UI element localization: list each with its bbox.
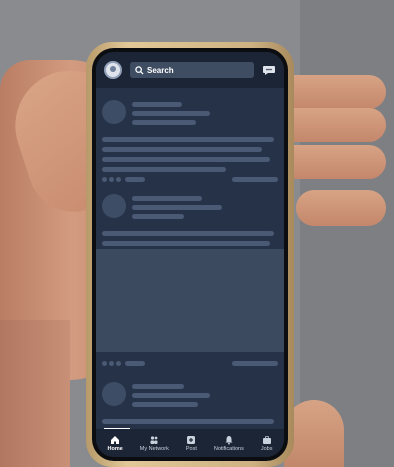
- skeleton-line: [132, 120, 196, 125]
- smartphone: Search Home My Network Post Notification…: [86, 42, 294, 467]
- reaction-dot: [102, 177, 107, 182]
- skeleton-line: [132, 205, 222, 210]
- skeleton-line: [125, 177, 145, 182]
- post-media-placeholder: [96, 249, 284, 352]
- tab-notifications-label: Notifications: [213, 445, 244, 452]
- wrist: [0, 320, 70, 467]
- people-icon: [150, 435, 158, 444]
- phone-bezel: Search Home My Network Post Notification…: [92, 48, 288, 461]
- skeleton-line: [132, 384, 184, 389]
- skeleton-line: [102, 137, 274, 142]
- author-avatar-placeholder: [102, 194, 126, 218]
- top-bar: Search: [96, 52, 284, 88]
- reaction-dot: [102, 361, 107, 366]
- skeleton-line: [132, 402, 198, 407]
- skeleton-line: [102, 241, 270, 246]
- post-actions-placeholder: [96, 357, 284, 366]
- tab-home-label: Home: [107, 445, 123, 452]
- tab-post[interactable]: Post: [186, 435, 197, 452]
- tab-jobs-label: Jobs: [260, 445, 273, 452]
- search-bar[interactable]: Search: [130, 62, 254, 78]
- skeleton-line: [232, 177, 278, 182]
- profile-avatar[interactable]: [104, 61, 122, 79]
- briefcase-icon: [262, 435, 271, 444]
- bell-icon: [225, 435, 233, 444]
- search-label: Search: [147, 65, 174, 75]
- skeleton-line: [102, 167, 226, 172]
- feed-post-placeholder: [96, 100, 284, 182]
- reaction-dot: [109, 177, 114, 182]
- home-icon: [111, 435, 120, 444]
- tab-home[interactable]: Home: [108, 435, 123, 452]
- tab-notifications[interactable]: Notifications: [214, 435, 244, 452]
- skeleton-line: [102, 231, 274, 236]
- reaction-dot: [116, 177, 121, 182]
- chat-icon[interactable]: [262, 63, 276, 77]
- phone-screen: Search Home My Network Post Notification…: [96, 52, 284, 457]
- author-avatar-placeholder: [102, 100, 126, 124]
- skeleton-line: [102, 419, 274, 424]
- bottom-nav: Home My Network Post Notifications Jobs: [96, 429, 284, 457]
- skeleton-line: [132, 111, 210, 116]
- skeleton-line: [132, 196, 202, 201]
- feed-post-placeholder: [96, 382, 284, 429]
- tab-my-network[interactable]: My Network: [140, 435, 169, 452]
- feed-post-placeholder: [96, 194, 284, 251]
- skeleton-line: [102, 147, 262, 152]
- reaction-dot: [109, 361, 114, 366]
- skeleton-line: [132, 214, 184, 219]
- tab-jobs[interactable]: Jobs: [260, 435, 273, 452]
- reaction-dot: [116, 361, 121, 366]
- skeleton-line: [132, 393, 210, 398]
- tab-post-label: Post: [185, 445, 197, 452]
- skeleton-line: [232, 361, 278, 366]
- search-icon: [135, 65, 144, 75]
- skeleton-line: [125, 361, 145, 366]
- tab-my-network-label: My Network: [139, 445, 169, 452]
- finger-4: [296, 190, 386, 226]
- skeleton-line: [132, 102, 182, 107]
- skeleton-line: [102, 157, 270, 162]
- author-avatar-placeholder: [102, 382, 126, 406]
- plus-square-icon: [187, 435, 196, 444]
